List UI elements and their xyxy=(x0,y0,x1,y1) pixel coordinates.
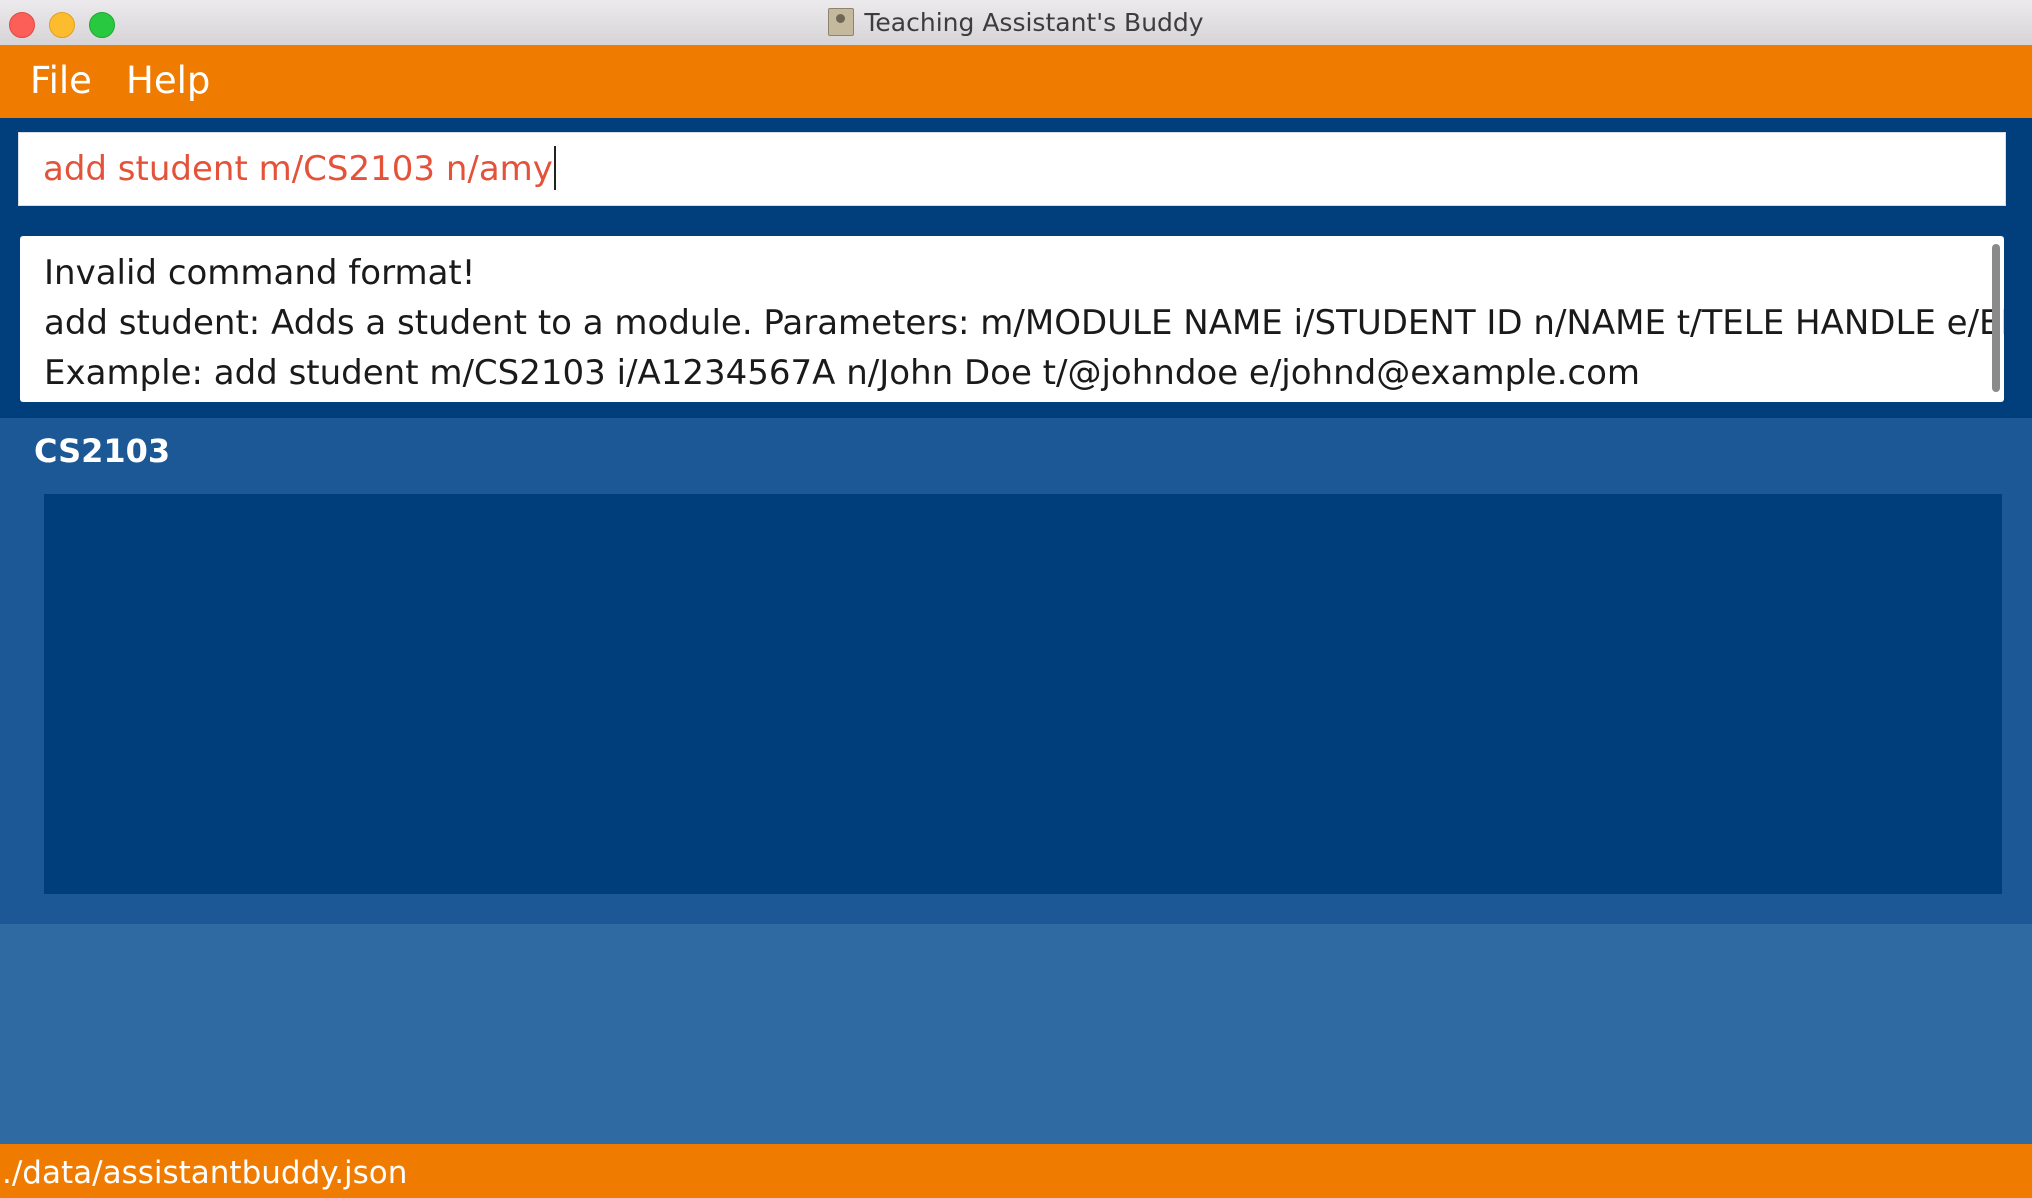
student-list[interactable] xyxy=(44,494,2002,894)
menu-help[interactable]: Help xyxy=(126,59,210,103)
command-input[interactable]: add student m/CS2103 n/amy xyxy=(18,132,2006,206)
app-icon xyxy=(828,8,855,36)
result-line: Example: add student m/CS2103 i/A1234567… xyxy=(44,353,1640,393)
result-display: Invalid command format! add student: Add… xyxy=(20,236,2004,402)
menu-file[interactable]: File xyxy=(30,59,92,103)
command-area: add student m/CS2103 n/amy Invalid comma… xyxy=(0,118,2032,418)
result-scrollbar[interactable] xyxy=(1992,244,2000,392)
module-title: CS2103 xyxy=(34,432,171,470)
result-line: Invalid command format! xyxy=(44,253,476,293)
status-bar: ./data/assistantbuddy.json xyxy=(0,1144,2032,1198)
window-title-container: Teaching Assistant's Buddy xyxy=(0,8,2032,38)
result-line: add student: Adds a student to a module.… xyxy=(44,303,2004,343)
command-input-text: add student m/CS2103 n/amy xyxy=(43,149,553,189)
module-panel: CS2103 xyxy=(0,418,2032,924)
title-bar[interactable]: Teaching Assistant's Buddy xyxy=(0,0,2032,46)
menu-bar: File Help xyxy=(0,45,2032,118)
app-window: Teaching Assistant's Buddy File Help add… xyxy=(0,0,2032,1198)
text-caret xyxy=(553,146,556,190)
save-file-path: ./data/assistantbuddy.json xyxy=(2,1155,408,1191)
window-title: Teaching Assistant's Buddy xyxy=(864,8,1204,37)
